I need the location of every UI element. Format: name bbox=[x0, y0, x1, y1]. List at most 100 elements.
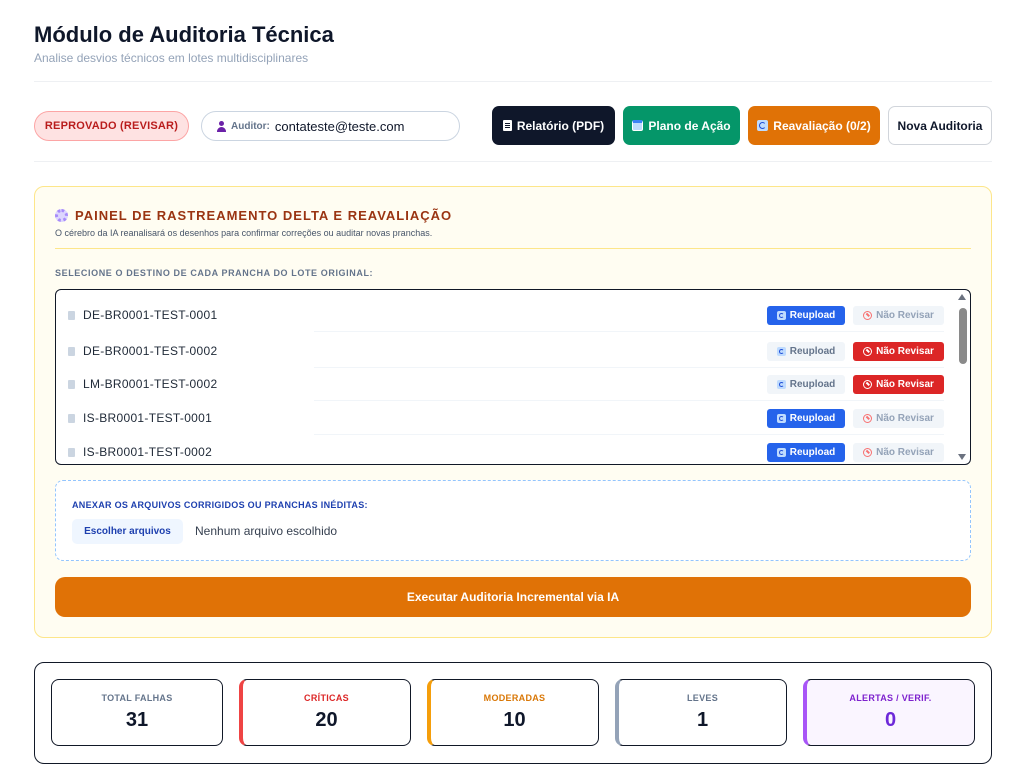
delta-tracking-panel: PAINEL DE RASTREAMENTO DELTA E REAVALIAÇ… bbox=[34, 186, 992, 638]
refresh-icon bbox=[776, 310, 786, 320]
skip-review-label: Não Revisar bbox=[876, 345, 934, 357]
sheet-row-actions: Reupload Não Revisar bbox=[767, 341, 944, 361]
stats-panel: TOTAL FALHAS 31 CRÍTICAS 20 MODERADAS 10… bbox=[34, 662, 992, 764]
reupload-button[interactable]: Reupload bbox=[767, 408, 845, 428]
skip-review-button[interactable]: Não Revisar bbox=[853, 374, 944, 394]
skip-review-label: Não Revisar bbox=[876, 412, 934, 424]
stat-label: ALERTAS / VERIF. bbox=[849, 693, 932, 703]
reupload-button[interactable]: Reupload bbox=[767, 341, 845, 361]
ban-icon bbox=[863, 346, 873, 356]
sheet-list-scrollbar[interactable] bbox=[956, 290, 970, 464]
file-icon bbox=[68, 447, 75, 457]
stat-critical: CRÍTICAS 20 bbox=[239, 679, 411, 746]
skip-review-label: Não Revisar bbox=[876, 446, 934, 458]
gear-icon bbox=[55, 209, 68, 222]
skip-review-button[interactable]: Não Revisar bbox=[853, 341, 944, 361]
sheet-select-label: SELECIONE O DESTINO DE CADA PRANCHA DO L… bbox=[55, 268, 374, 278]
page-title: Módulo de Auditoria Técnica bbox=[34, 22, 334, 47]
sheet-row-actions: Reupload Não Revisar bbox=[767, 442, 944, 462]
delta-panel-description: O cérebro da IA reanalisará os desenhos … bbox=[55, 228, 433, 238]
stat-label: LEVES bbox=[686, 693, 718, 703]
reupload-button[interactable]: Reupload bbox=[767, 305, 845, 325]
reevaluation-label: Reavaliação (0/2) bbox=[773, 118, 871, 133]
refresh-icon bbox=[776, 447, 786, 457]
scroll-down-arrow-icon[interactable] bbox=[958, 454, 966, 460]
reevaluation-button[interactable]: Reavaliação (0/2) bbox=[748, 106, 880, 145]
auditor-email: contateste@teste.com bbox=[274, 118, 405, 134]
no-file-text: Nenhum arquivo escolhido bbox=[195, 524, 338, 538]
auditor-label: Auditor: bbox=[231, 120, 270, 132]
delta-panel-title: PAINEL DE RASTREAMENTO DELTA E REAVALIAÇ… bbox=[55, 208, 452, 223]
stat-value: 0 bbox=[884, 709, 897, 731]
file-icon bbox=[68, 346, 75, 356]
ban-icon bbox=[863, 379, 873, 389]
sheet-name: DE-BR0001-TEST-0002 bbox=[83, 344, 218, 358]
file-icon bbox=[68, 413, 75, 423]
sheet-row: LM-BR0001-TEST-0002 Reupload Não Revisar bbox=[68, 367, 944, 401]
run-incremental-audit-button[interactable]: Executar Auditoria Incremental via IA bbox=[55, 577, 971, 617]
scroll-thumb[interactable] bbox=[959, 308, 967, 364]
row-separator bbox=[314, 331, 944, 332]
attach-files-box: ANEXAR OS ARQUIVOS CORRIGIDOS OU PRANCHA… bbox=[55, 480, 971, 561]
scroll-up-arrow-icon[interactable] bbox=[958, 294, 966, 300]
stat-alerts: ALERTAS / VERIF. 0 bbox=[803, 679, 975, 746]
sheet-name: IS-BR0001-TEST-0002 bbox=[83, 445, 213, 459]
sheet-row: IS-BR0001-TEST-0001 Reupload Não Revisar bbox=[68, 401, 944, 435]
toolbar-divider bbox=[34, 161, 992, 162]
refresh-icon bbox=[776, 346, 786, 356]
stat-label: TOTAL FALHAS bbox=[101, 693, 173, 703]
document-icon bbox=[502, 120, 512, 131]
delta-panel-divider bbox=[55, 248, 971, 249]
stat-total-failures: TOTAL FALHAS 31 bbox=[51, 679, 223, 746]
choose-files-button[interactable]: Escolher arquivos bbox=[72, 519, 183, 544]
ban-icon bbox=[863, 310, 873, 320]
action-plan-label: Plano de Ação bbox=[648, 118, 731, 133]
sheet-list[interactable]: DE-BR0001-TEST-0001 Reupload Não Revisar DE… bbox=[55, 289, 971, 465]
stat-value: 1 bbox=[696, 709, 709, 731]
refresh-icon bbox=[757, 120, 769, 131]
skip-review-button[interactable]: Não Revisar bbox=[853, 408, 944, 428]
reupload-label: Reupload bbox=[789, 345, 836, 357]
sheet-row: IS-BR0001-TEST-0002 Reupload Não Revisar bbox=[68, 435, 944, 464]
delta-panel-title-text: PAINEL DE RASTREAMENTO DELTA E REAVALIAÇ… bbox=[75, 208, 453, 223]
report-pdf-label: Relatório (PDF) bbox=[516, 118, 605, 133]
sheet-row-actions: Reupload Não Revisar bbox=[767, 374, 944, 394]
reupload-label: Reupload bbox=[789, 378, 836, 390]
stat-moderate: MODERADAS 10 bbox=[427, 679, 599, 746]
stat-label: CRÍTICAS bbox=[304, 693, 349, 703]
status-badge: REPROVADO (REVISAR) bbox=[34, 111, 189, 141]
sheet-row: DE-BR0001-TEST-0001 Reupload Não Revisar bbox=[68, 298, 944, 332]
reupload-label: Reupload bbox=[789, 446, 836, 458]
sheet-name: DE-BR0001-TEST-0001 bbox=[83, 308, 218, 322]
reupload-button[interactable]: Reupload bbox=[767, 374, 845, 394]
report-pdf-button[interactable]: Relatório (PDF) bbox=[492, 106, 615, 145]
sheet-row-actions: Reupload Não Revisar bbox=[767, 305, 944, 325]
file-icon bbox=[68, 310, 75, 320]
sheet-row-actions: Reupload Não Revisar bbox=[767, 408, 944, 428]
stat-light: LEVES 1 bbox=[615, 679, 787, 746]
user-icon bbox=[216, 120, 227, 132]
stat-value: 10 bbox=[503, 709, 526, 731]
new-audit-button[interactable]: Nova Auditoria bbox=[888, 106, 992, 145]
stat-value: 31 bbox=[125, 709, 149, 731]
skip-review-label: Não Revisar bbox=[876, 309, 934, 321]
sheet-name: LM-BR0001-TEST-0002 bbox=[83, 377, 218, 391]
skip-review-label: Não Revisar bbox=[876, 378, 934, 390]
ban-icon bbox=[863, 413, 873, 423]
reupload-button[interactable]: Reupload bbox=[767, 442, 845, 462]
page-subtitle: Analise desvios técnicos em lotes multid… bbox=[34, 51, 309, 65]
reupload-label: Reupload bbox=[789, 309, 836, 321]
new-audit-label: Nova Auditoria bbox=[897, 118, 983, 133]
skip-review-button[interactable]: Não Revisar bbox=[853, 305, 944, 325]
stat-label: MODERADAS bbox=[483, 693, 546, 703]
skip-review-button[interactable]: Não Revisar bbox=[853, 442, 944, 462]
action-plan-button[interactable]: Plano de Ação bbox=[623, 106, 740, 145]
sheet-name: IS-BR0001-TEST-0001 bbox=[83, 411, 213, 425]
refresh-icon bbox=[776, 379, 786, 389]
stat-value: 20 bbox=[315, 709, 338, 731]
reupload-label: Reupload bbox=[789, 412, 836, 424]
auditor-field: Auditor: contateste@teste.com bbox=[201, 111, 460, 141]
sheet-row: DE-BR0001-TEST-0002 Reupload Não Revisar bbox=[68, 334, 944, 368]
calendar-icon bbox=[632, 120, 644, 131]
header-divider bbox=[34, 81, 992, 82]
